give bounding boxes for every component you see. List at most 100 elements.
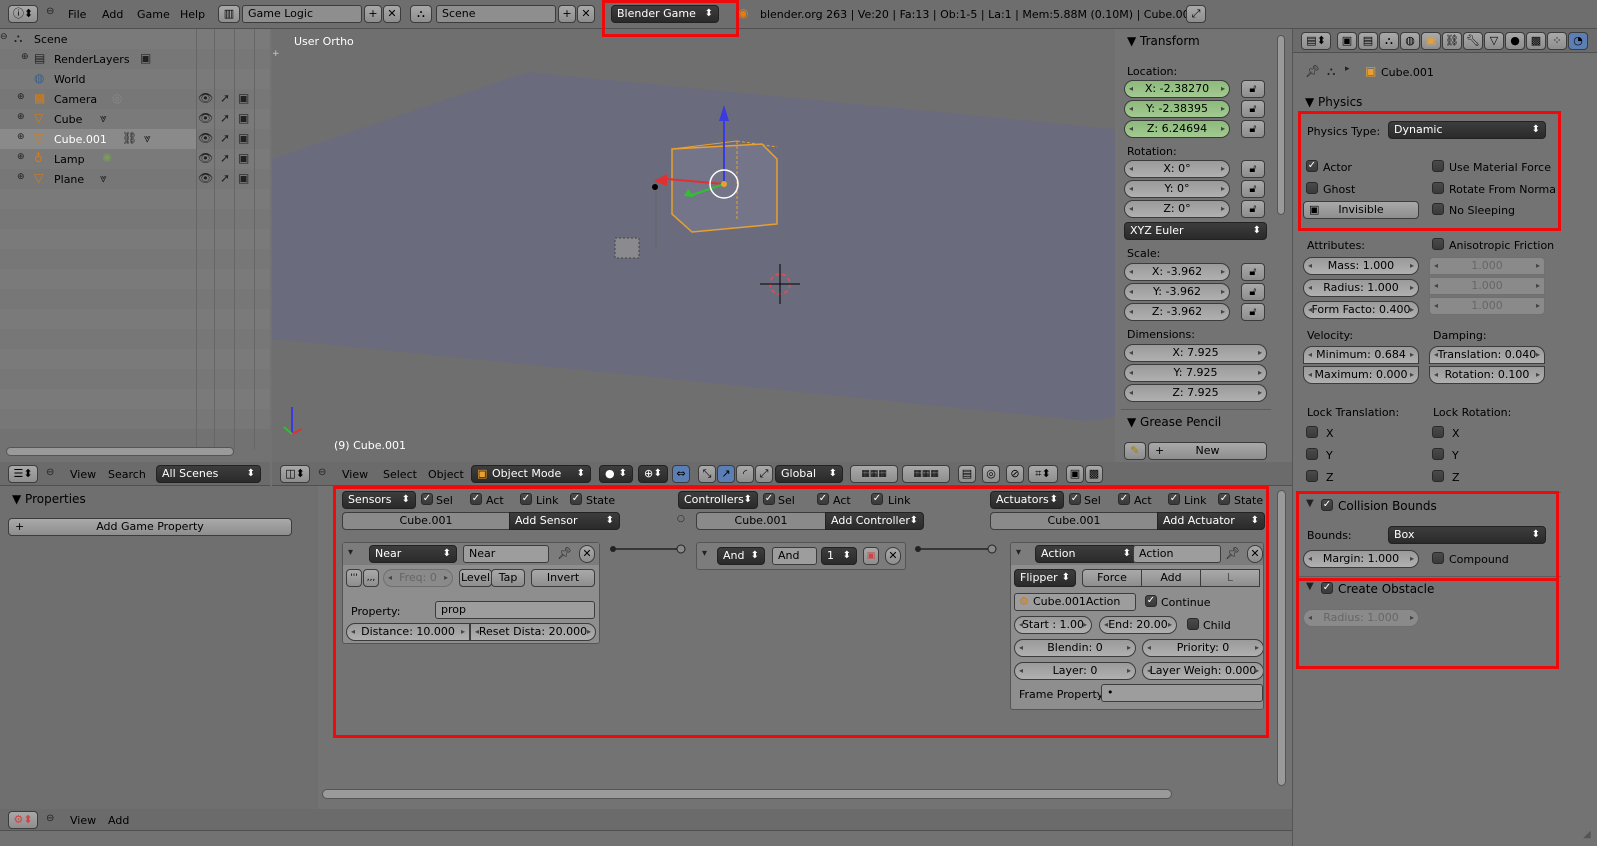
- level-button[interactable]: Level: [459, 569, 492, 587]
- controllers-act-checkbox[interactable]: ✓: [817, 493, 829, 505]
- menu-view[interactable]: View: [70, 814, 96, 827]
- outliner-item-renderlayers[interactable]: RenderLayers: [54, 53, 130, 66]
- tap-button[interactable]: Tap: [491, 569, 525, 587]
- scene-tab-icon[interactable]: ⛬: [1379, 32, 1399, 50]
- menu-add[interactable]: Add: [108, 814, 129, 827]
- panel-scrollbar[interactable]: [1277, 35, 1285, 215]
- scene-icon[interactable]: ⛬: [410, 5, 432, 23]
- pulse-true-button[interactable]: ''': [346, 569, 362, 587]
- lock-icon[interactable]: 🔓︎: [1241, 160, 1265, 178]
- modifiers-tab-icon[interactable]: 🔧︎: [1463, 32, 1483, 50]
- freq-field[interactable]: Freq: 0: [383, 569, 453, 587]
- sensor-type-select[interactable]: Near: [369, 545, 457, 563]
- menu-file[interactable]: File: [68, 8, 86, 21]
- scene-field[interactable]: Scene: [436, 5, 556, 23]
- damping-translation-field[interactable]: Translation: 0.040: [1429, 346, 1545, 364]
- sensors-act-checkbox[interactable]: ✓: [470, 493, 482, 505]
- lock-icon[interactable]: 🔓︎: [1241, 283, 1265, 301]
- scale-y-field[interactable]: Y: -3.962: [1124, 283, 1230, 301]
- actuators-sel-checkbox[interactable]: ✓: [1069, 493, 1081, 505]
- corner-resize-icon[interactable]: ◢: [1583, 829, 1591, 840]
- property-field[interactable]: prop: [435, 601, 595, 619]
- aniso-x-field[interactable]: 1.000: [1429, 257, 1545, 275]
- expand-icon[interactable]: ⊕: [17, 92, 25, 102]
- collapse-arrow-icon[interactable]: ▾: [348, 547, 353, 558]
- menu-view[interactable]: View: [342, 468, 368, 481]
- panel-grease-pencil-title[interactable]: ▼ Grease Pencil: [1127, 415, 1221, 429]
- cursor-select-icon[interactable]: ➚: [220, 151, 230, 165]
- manipulator-toggle[interactable]: ⇔: [672, 465, 690, 483]
- texture-tab-icon[interactable]: ▩: [1526, 32, 1546, 50]
- collapse-arrow-icon[interactable]: ▼: [1306, 581, 1314, 592]
- controller-name-field[interactable]: And: [772, 547, 817, 565]
- panel-collision-bounds-title[interactable]: Collision Bounds: [1338, 499, 1437, 513]
- render-icon[interactable]: ▣: [238, 151, 249, 165]
- rotation-mode-select[interactable]: XYZ Euler: [1124, 222, 1267, 240]
- expand-icon[interactable]: ⊕: [17, 132, 25, 142]
- lock-rotation-z-checkbox[interactable]: [1432, 470, 1444, 482]
- dimension-x-field[interactable]: X: 7.925: [1124, 344, 1267, 362]
- logic-horizontal-scrollbar[interactable]: [322, 789, 1172, 799]
- distance-field[interactable]: Distance: 10.000: [346, 623, 470, 641]
- lock-icon[interactable]: 🔓︎: [1241, 263, 1265, 281]
- panel-transform-title[interactable]: ▼ Transform: [1127, 34, 1200, 48]
- outliner-item-plane[interactable]: Plane: [54, 173, 84, 186]
- lock-icon[interactable]: 🔓︎: [1241, 120, 1265, 138]
- render-opengl-button[interactable]: ▣: [1066, 465, 1084, 483]
- actuator-type-select[interactable]: Action: [1035, 545, 1137, 563]
- eye-icon[interactable]: 👁: [198, 131, 213, 145]
- location-y-field[interactable]: Y: -2.38395: [1124, 100, 1230, 118]
- aniso-z-field[interactable]: 1.000: [1429, 297, 1545, 315]
- menu-view[interactable]: View: [70, 468, 96, 481]
- rotation-z-field[interactable]: Z: 0°: [1124, 200, 1230, 218]
- render-icon[interactable]: ▣: [238, 111, 249, 125]
- menu-add[interactable]: Add: [102, 8, 123, 21]
- dimension-y-field[interactable]: Y: 7.925: [1124, 364, 1267, 382]
- anisotropic-friction-checkbox[interactable]: [1432, 238, 1444, 250]
- radius-field[interactable]: Radius: 1.000: [1303, 279, 1419, 297]
- collapse-menu-icon[interactable]: ⊖: [46, 6, 54, 17]
- remove-actuator-button[interactable]: ✕: [1247, 545, 1263, 563]
- lock-rotation-x-checkbox[interactable]: [1432, 426, 1444, 438]
- world-tab-icon[interactable]: ◍: [1400, 32, 1420, 50]
- force-button[interactable]: Force: [1082, 569, 1142, 587]
- render-tab-icon[interactable]: ▣: [1337, 32, 1357, 50]
- damping-rotation-field[interactable]: Rotation: 0.100: [1429, 366, 1545, 384]
- pin-icon[interactable]: 📌︎: [1225, 546, 1240, 560]
- sensors-menu-select[interactable]: Sensors: [342, 491, 416, 509]
- blendin-field[interactable]: Blendin: 0: [1014, 639, 1136, 657]
- obstacle-radius-field[interactable]: Radius: 1.000: [1303, 609, 1419, 627]
- actuators-act-checkbox[interactable]: ✓: [1118, 493, 1130, 505]
- pin-icon[interactable]: 📌︎: [557, 546, 572, 560]
- continue-checkbox[interactable]: ✓: [1145, 595, 1157, 607]
- cursor-select-icon[interactable]: ➚: [220, 171, 230, 185]
- child-checkbox[interactable]: [1187, 618, 1199, 630]
- collapse-arrow-icon[interactable]: ▾: [702, 548, 707, 559]
- layers-button-group-1[interactable]: ▦▦▦: [850, 465, 898, 483]
- invisible-toggle[interactable]: ▣ Invisible: [1303, 201, 1419, 219]
- collapse-menu-icon[interactable]: ⊖: [318, 467, 326, 478]
- scale-manipulator[interactable]: ◜: [736, 465, 754, 483]
- render-icon[interactable]: ▣: [238, 131, 249, 145]
- actuator-name-field[interactable]: Action: [1133, 545, 1221, 563]
- lock-icon[interactable]: 🔓︎: [1241, 80, 1265, 98]
- controllers-object-label[interactable]: Cube.001: [696, 512, 826, 530]
- controllers-sel-checkbox[interactable]: ✓: [763, 493, 775, 505]
- eye-icon[interactable]: 👁: [198, 171, 213, 185]
- object-tab-icon[interactable]: ▣: [1421, 32, 1441, 50]
- layer-field[interactable]: Layer: 0: [1014, 662, 1136, 680]
- expand-icon[interactable]: ⊕: [21, 52, 29, 62]
- data-tab-icon[interactable]: ▽: [1484, 32, 1504, 50]
- outliner-item-cube[interactable]: Cube: [54, 113, 82, 126]
- render-icon[interactable]: ▣: [238, 171, 249, 185]
- remove-screen-button[interactable]: ✕: [383, 5, 401, 23]
- panel-create-obstacle-title[interactable]: Create Obstacle: [1338, 582, 1434, 596]
- add-sensor-select[interactable]: Add Sensor: [509, 512, 620, 530]
- outliner-item-lamp[interactable]: Lamp: [54, 153, 85, 166]
- rotation-y-field[interactable]: Y: 0°: [1124, 180, 1230, 198]
- state-dot-icon[interactable]: ○: [677, 514, 685, 524]
- material-tab-icon[interactable]: ●: [1505, 32, 1525, 50]
- cursor-select-icon[interactable]: ➚: [220, 91, 230, 105]
- layer-weight-field[interactable]: Layer Weigh: 0.000: [1142, 662, 1263, 680]
- no-sleeping-checkbox[interactable]: [1432, 203, 1444, 215]
